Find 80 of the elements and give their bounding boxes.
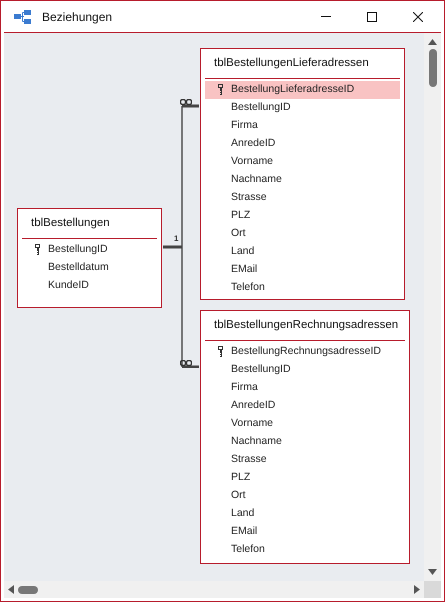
field-name: Nachname (231, 434, 282, 450)
scroll-left-icon (8, 585, 14, 594)
field-name: AnredeID (231, 398, 276, 414)
field-name: PLZ (231, 208, 250, 224)
field-row[interactable]: Firma (205, 117, 400, 135)
scroll-right-icon (414, 585, 420, 594)
close-icon (413, 12, 423, 22)
table-card[interactable]: tblBestellungenLieferadressen BestellungLieferadresseID BestellungID Firma AnredeID Vorname Nachname Strasse PLZ Ort Land EMail Telefon (200, 48, 405, 300)
field-row[interactable]: Nachname (205, 171, 400, 189)
field-name: Land (231, 244, 254, 260)
field-row[interactable]: Land (205, 505, 405, 523)
field-row[interactable]: Nachname (205, 433, 405, 451)
field-name: Ort (231, 488, 246, 504)
horizontal-scrollbar[interactable] (4, 581, 424, 598)
field-name: Firma (231, 380, 258, 396)
scrollbar-corner (424, 581, 441, 598)
field-name: Telefon (231, 542, 265, 558)
field-row[interactable]: Bestelldatum (22, 259, 157, 277)
field-name: Telefon (231, 280, 265, 296)
field-row[interactable]: EMail (205, 261, 400, 279)
field-row[interactable]: BestellungID (205, 361, 405, 379)
field-name: EMail (231, 262, 258, 278)
field-row[interactable]: Vorname (205, 415, 405, 433)
key-icon (218, 84, 224, 96)
maximize-icon (367, 12, 377, 22)
field-row[interactable]: Ort (205, 487, 405, 505)
field-name: Vorname (231, 416, 274, 432)
vertical-scrollbar[interactable] (424, 33, 441, 581)
table-title: tblBestellungen (31, 216, 110, 231)
minimize-icon (321, 16, 331, 17)
field-name: Vorname (231, 154, 274, 170)
infinity-icon (180, 99, 192, 105)
field-row[interactable]: PLZ (205, 207, 400, 225)
field-name: BestellungID (231, 100, 291, 116)
field-row[interactable]: Vorname (205, 153, 400, 171)
field-name: BestellungID (48, 242, 108, 258)
scroll-down-icon (428, 569, 437, 575)
field-name: BestellungID (231, 362, 291, 378)
field-name: Strasse (231, 452, 267, 468)
key-icon (35, 244, 41, 256)
field-row[interactable]: Firma (205, 379, 405, 397)
field-row[interactable]: BestellungID (205, 99, 400, 117)
field-name: Nachname (231, 172, 282, 188)
field-row[interactable]: BestellungID (22, 241, 157, 259)
field-row[interactable]: AnredeID (205, 135, 400, 153)
field-row[interactable]: Telefon (205, 541, 405, 559)
field-row[interactable]: Strasse (205, 451, 405, 469)
field-row[interactable]: Ort (205, 225, 400, 243)
field-name: KundeID (48, 278, 89, 294)
infinity-icon (180, 360, 192, 366)
one-label: 1 (174, 233, 178, 245)
field-name: AnredeID (231, 136, 276, 152)
field-name: Land (231, 506, 254, 522)
field-row[interactable]: BestellungLieferadresseID (205, 81, 400, 99)
field-row[interactable]: BestellungRechnungsadresseID (205, 343, 405, 361)
scrollbar-thumb[interactable] (18, 586, 38, 594)
field-row[interactable]: EMail (205, 523, 405, 541)
field-name: Firma (231, 118, 258, 134)
key-icon (218, 346, 224, 358)
field-row[interactable]: Strasse (205, 189, 400, 207)
table-card[interactable]: tblBestellungen BestellungID Bestelldatum KundeID (17, 208, 162, 308)
field-name: PLZ (231, 470, 250, 486)
field-row[interactable]: AnredeID (205, 397, 405, 415)
scrollbar-thumb[interactable] (428, 49, 436, 87)
table-title: tblBestellungenRechnungsadressen (214, 318, 398, 333)
scroll-up-icon (428, 39, 437, 45)
field-row[interactable]: KundeID (22, 277, 157, 295)
field-row[interactable]: PLZ (205, 469, 405, 487)
field-name: BestellungLieferadresseID (231, 82, 354, 98)
field-row[interactable]: Telefon (205, 279, 400, 297)
app-icon (14, 10, 32, 24)
window-title: Beziehungen (42, 8, 112, 26)
table-card[interactable]: tblBestellungenRechnungsadressen BestellungRechnungsadresseID BestellungID Firma AnredeID Vorname Nachname Strasse PLZ Ort Land EMail Telefon (200, 310, 410, 564)
field-name: EMail (231, 524, 258, 540)
field-name: Bestelldatum (48, 260, 109, 276)
field-row[interactable]: Land (205, 243, 400, 261)
table-title: tblBestellungenLieferadressen (214, 56, 369, 71)
field-name: BestellungRechnungsadresseID (231, 344, 382, 360)
field-name: Strasse (231, 190, 267, 206)
field-name: Ort (231, 226, 246, 242)
